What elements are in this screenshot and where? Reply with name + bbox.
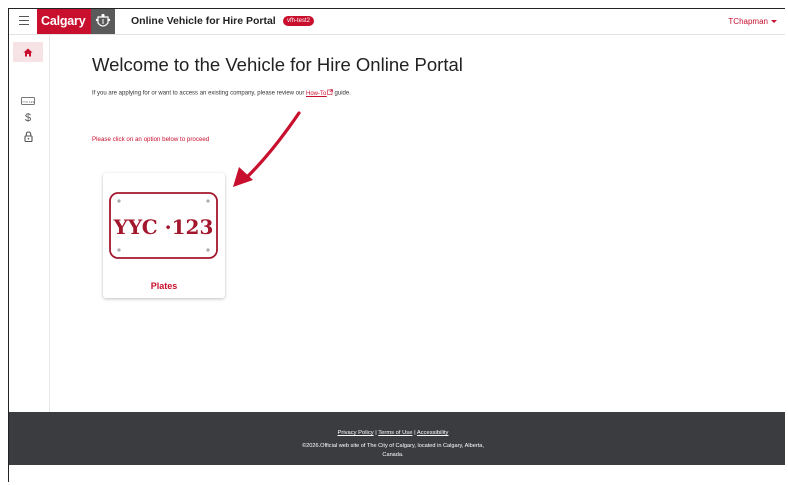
home-icon bbox=[23, 48, 33, 56]
privacy-policy-link[interactable]: Privacy Policy bbox=[338, 430, 374, 436]
hamburger-menu-icon[interactable] bbox=[19, 16, 29, 26]
page-title: Welcome to the Vehicle for Hire Online P… bbox=[92, 54, 463, 75]
intro-text-start: If you are applying for or want to acces… bbox=[92, 90, 306, 97]
plates-card-label: Plates bbox=[150, 281, 178, 291]
sidebar: YYC 123 $ bbox=[9, 35, 50, 412]
city-crest-icon bbox=[91, 9, 115, 34]
copyright-line-1: ©2026.Official web site of The City of C… bbox=[302, 443, 484, 449]
top-navbar: Calgary Online Vehicle for Hire Portal v… bbox=[9, 9, 785, 35]
footer: Privacy Policy | Terms of Use | Accessib… bbox=[9, 412, 785, 465]
environment-badge: vfh-test2 bbox=[283, 16, 315, 26]
calgary-logo[interactable]: Calgary bbox=[37, 9, 91, 34]
sidebar-item-security[interactable] bbox=[13, 126, 43, 146]
app-window: Calgary Online Vehicle for Hire Portal v… bbox=[8, 8, 785, 465]
plates-option-card[interactable]: YYC ·123 Plates bbox=[103, 173, 225, 298]
sidebar-item-home[interactable] bbox=[13, 42, 43, 62]
portal-title: Online Vehicle for Hire Portal bbox=[131, 15, 276, 27]
footer-separator: | bbox=[414, 430, 416, 436]
how-to-link-label: How-To bbox=[306, 90, 327, 97]
user-menu[interactable]: TChapman bbox=[728, 17, 777, 26]
dollar-icon: $ bbox=[24, 112, 32, 124]
license-plate-icon: YYC ·123 bbox=[109, 192, 218, 259]
footer-copyright: ©2026.Official web site of The City of C… bbox=[9, 442, 777, 460]
terms-of-use-link[interactable]: Terms of Use bbox=[378, 430, 412, 436]
frame-edge bbox=[8, 464, 9, 482]
copyright-line-2: Canada. bbox=[382, 452, 404, 458]
intro-text: If you are applying for or want to acces… bbox=[92, 89, 351, 97]
user-name: TChapman bbox=[728, 17, 768, 26]
sidebar-item-payments[interactable]: $ bbox=[13, 108, 43, 128]
pointer-arrow-graphic bbox=[233, 111, 301, 187]
footer-links: Privacy Policy | Terms of Use | Accessib… bbox=[9, 430, 777, 436]
proceed-instruction: Please click on an option below to proce… bbox=[92, 136, 210, 143]
caret-down-icon bbox=[771, 20, 777, 23]
logo-text: Calgary bbox=[41, 14, 86, 28]
accessibility-link[interactable]: Accessibility bbox=[417, 430, 449, 436]
plate-icon: YYC 123 bbox=[21, 97, 35, 105]
plate-number-text: YYC ·123 bbox=[113, 215, 214, 239]
how-to-link[interactable]: How-To bbox=[306, 89, 333, 97]
footer-separator: | bbox=[375, 430, 377, 436]
lock-icon bbox=[23, 130, 33, 142]
intro-text-end: guide. bbox=[332, 90, 351, 97]
